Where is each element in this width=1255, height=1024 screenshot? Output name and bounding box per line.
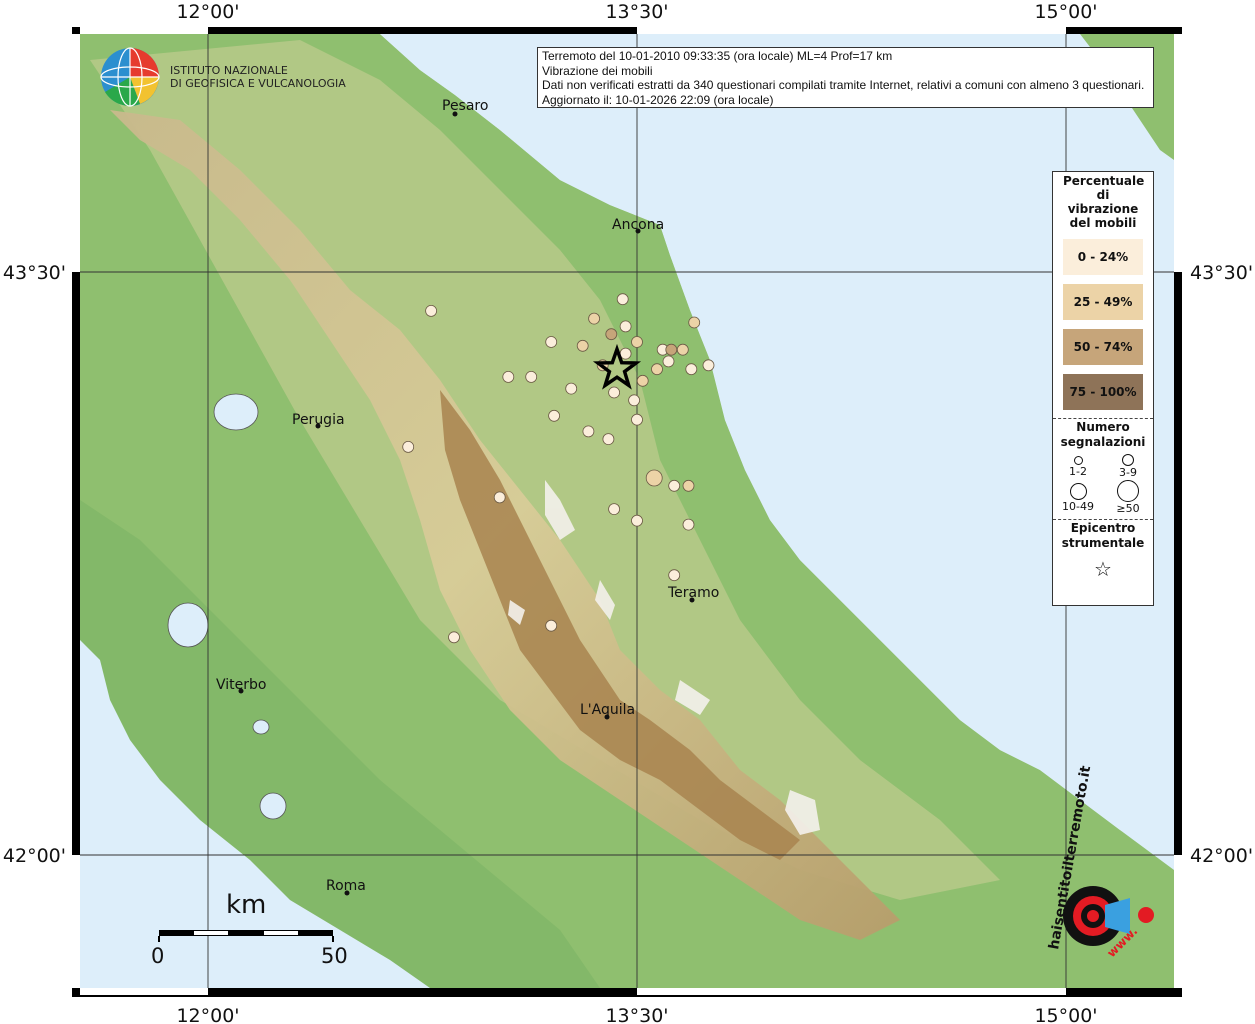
intensity-point xyxy=(605,328,618,341)
intensity-point xyxy=(631,336,643,348)
intensity-point xyxy=(662,355,675,368)
intensity-point xyxy=(682,479,695,492)
intensity-point xyxy=(685,363,698,376)
count-circle-icon xyxy=(1073,456,1083,465)
legend-swatch: 0 - 24% xyxy=(1063,239,1143,275)
lake-bolsena xyxy=(167,602,209,648)
city-label: Teramo xyxy=(667,585,719,601)
city-label: Perugia xyxy=(292,412,345,428)
intensity-point xyxy=(668,569,681,582)
count-label: ≥50 xyxy=(1116,502,1140,515)
legend-divider xyxy=(1053,519,1153,520)
count-title: Numero segnalazioni xyxy=(1060,420,1146,449)
ingv-logo xyxy=(100,47,160,107)
count-circle-icon xyxy=(1122,454,1134,466)
epicenter-title: Epicentro strumentale xyxy=(1061,521,1145,550)
event-info-line: Terremoto del 10-01-2010 09:33:35 (ora l… xyxy=(542,49,893,63)
intensity-point xyxy=(628,394,640,407)
intensity-point xyxy=(565,382,578,395)
city-label: Pesaro xyxy=(442,98,488,114)
count-label: 10-49 xyxy=(1062,500,1094,513)
intensity-point xyxy=(576,339,589,352)
count-item: ≥50 xyxy=(1103,479,1153,515)
intensity-point xyxy=(688,316,701,329)
lake-bracciano xyxy=(259,792,287,820)
intensity-point xyxy=(545,619,558,632)
intensity-point xyxy=(676,343,689,356)
event-info-box: Terremoto del 10-01-2010 09:33:35 (ora l… xyxy=(537,47,1154,108)
intensity-point xyxy=(651,363,663,376)
ingv-logo-text: ISTITUTO NAZIONALE DI GEOFISICA E VULCAN… xyxy=(170,64,346,90)
legend-swatch: 25 - 49% xyxy=(1063,284,1143,320)
legend-swatches: 0 - 24% 25 - 49% 50 - 74% 75 - 100% xyxy=(1053,239,1153,410)
count-item: 1-2 xyxy=(1053,450,1103,479)
lat-tick-left: 43°30' xyxy=(3,262,66,284)
intensity-point xyxy=(682,518,695,531)
scale-start: 0 xyxy=(151,944,165,968)
intensity-point xyxy=(631,413,643,426)
lat-tick-right: 42°00' xyxy=(1190,845,1253,867)
intensity-point xyxy=(608,386,620,399)
intensity-point xyxy=(631,514,643,527)
intensity-point xyxy=(616,293,629,306)
intensity-point xyxy=(636,374,649,387)
count-item: 10-49 xyxy=(1053,479,1103,515)
legend: Percentuale di vibrazione del mobili 0 -… xyxy=(1052,171,1154,606)
intensity-point xyxy=(448,631,460,644)
intensity-point xyxy=(502,370,515,383)
lon-tick-top: 15°00' xyxy=(1034,1,1097,23)
lake-vico xyxy=(252,719,270,735)
lon-tick-bottom: 15°00' xyxy=(1034,1005,1097,1024)
count-circle-icon xyxy=(1069,483,1087,500)
intensity-point xyxy=(545,336,558,348)
intensity-point xyxy=(402,440,415,453)
city-label: Viterbo xyxy=(216,677,266,693)
count-item: 3-9 xyxy=(1103,450,1153,479)
intensity-point xyxy=(588,312,600,325)
event-info-line: Vibrazione dei mobili xyxy=(542,63,653,78)
ingv-logo-line2: DI GEOFISICA E VULCANOLOGIA xyxy=(170,77,346,90)
intensity-point xyxy=(548,409,560,422)
intensity-point xyxy=(602,433,615,446)
city-label: L'Aquila xyxy=(580,702,635,718)
count-circle-icon xyxy=(1117,480,1139,502)
count-label: 3-9 xyxy=(1119,466,1137,479)
intensity-point xyxy=(665,343,678,356)
city-label: Roma xyxy=(326,878,366,894)
intensity-point xyxy=(702,359,715,372)
scale-unit: km xyxy=(226,890,267,920)
intensity-point xyxy=(425,304,438,317)
lat-tick-right: 43°30' xyxy=(1190,262,1253,284)
lat-tick-left: 42°00' xyxy=(3,845,66,867)
legend-swatch: 50 - 74% xyxy=(1063,329,1143,365)
lon-tick-bottom: 13°30' xyxy=(605,1005,668,1024)
scale-end: 50 xyxy=(321,944,348,968)
count-label: 1-2 xyxy=(1069,465,1087,478)
legend-divider xyxy=(1053,418,1153,419)
event-info-line: Aggiornato il: 10-01-2026 22:09 (ora loc… xyxy=(542,92,774,107)
ingv-logo-line1: ISTITUTO NAZIONALE xyxy=(170,64,288,77)
event-info-line: Dati non verificati estratti da 340 ques… xyxy=(542,78,1145,92)
intensity-point xyxy=(525,370,538,383)
intensity-point xyxy=(668,479,681,492)
legend-title: Percentuale di vibrazione del mobili xyxy=(1063,174,1145,230)
intensity-point xyxy=(493,491,506,504)
lon-tick-top: 12°00' xyxy=(176,1,239,23)
intensity-point xyxy=(582,425,595,438)
intensity-point xyxy=(619,320,632,333)
lake-trasimeno xyxy=(213,393,259,431)
intensity-point xyxy=(619,347,632,360)
legend-star-icon: ☆ xyxy=(1094,557,1112,581)
lon-tick-top: 13°30' xyxy=(605,1,668,23)
count-legend: 1-2 3-9 10-49 ≥50 xyxy=(1053,450,1153,515)
intensity-point xyxy=(608,503,620,516)
city-label: Ancona xyxy=(612,217,664,233)
intensity-point xyxy=(645,469,663,487)
legend-swatch: 75 - 100% xyxy=(1063,374,1143,410)
lon-tick-bottom: 12°00' xyxy=(176,1005,239,1024)
